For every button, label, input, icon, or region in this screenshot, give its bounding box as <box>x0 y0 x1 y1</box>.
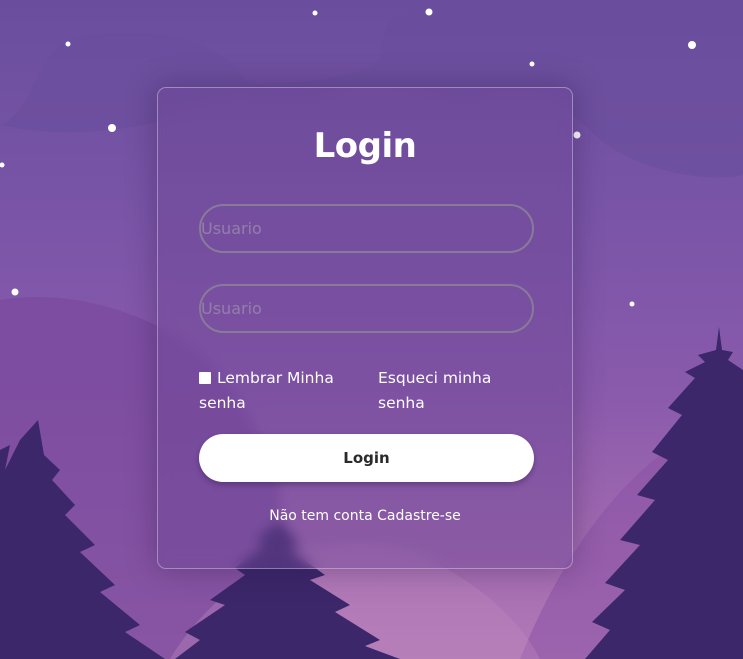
signup-row: Não tem conta Cadastre-se <box>158 506 572 526</box>
remember-me[interactable]: Lembrar Minha senha <box>199 366 369 416</box>
star-icon <box>688 41 696 49</box>
star-icon <box>629 301 635 307</box>
star-icon <box>11 288 19 296</box>
login-title: Login <box>313 126 417 166</box>
username-input[interactable] <box>199 204 534 253</box>
remember-me-label: Lembrar Minha senha <box>199 369 334 412</box>
login-screen: Login Lembrar Minha senha Esqueci minha … <box>0 0 743 659</box>
star-icon <box>425 8 433 16</box>
signup-prompt: Não tem conta <box>269 508 373 524</box>
login-button[interactable]: Login <box>199 434 534 482</box>
star-icon <box>529 61 535 67</box>
star-icon <box>573 131 581 139</box>
star-icon <box>0 162 5 168</box>
checkbox-icon[interactable] <box>199 372 211 384</box>
pine-tree-icon <box>585 327 743 659</box>
password-input[interactable] <box>199 284 534 333</box>
signup-link[interactable]: Cadastre-se <box>377 508 461 524</box>
star-icon <box>108 124 116 132</box>
forgot-password-link[interactable]: Esqueci minha senha <box>378 366 528 416</box>
login-card: Login Lembrar Minha senha Esqueci minha … <box>157 87 573 569</box>
star-icon <box>65 41 71 47</box>
star-icon <box>312 10 318 16</box>
